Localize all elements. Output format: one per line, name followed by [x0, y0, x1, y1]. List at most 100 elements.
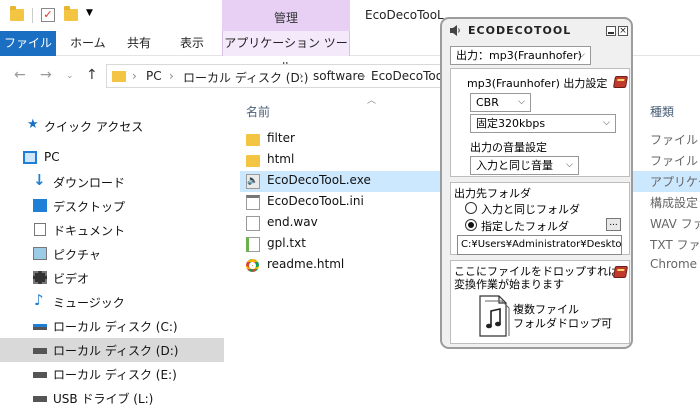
ecodecotool-title: ECODECOTOOL	[468, 24, 572, 37]
breadcrumb-separator: ›	[169, 69, 174, 83]
help-book-icon[interactable]	[612, 76, 629, 88]
file-name: end.wav	[267, 215, 318, 229]
nav-item-documents[interactable]: ドキュメント	[0, 218, 224, 242]
file-type: アプリケーシ	[650, 175, 700, 189]
tab-view[interactable]: 表示	[180, 31, 204, 56]
nav-item-music[interactable]: ♪ ミュージック	[0, 290, 224, 314]
column-header-type[interactable]: 種類	[650, 103, 674, 120]
nav-item-label: ドキュメント	[53, 224, 126, 238]
breadcrumb-separator: ›	[299, 69, 304, 83]
column-header-name[interactable]: 名前	[246, 103, 270, 120]
context-tab-label: 管理	[273, 11, 298, 25]
tab-application-tools[interactable]: アプリケーション ツール	[222, 31, 350, 74]
window-title: EcoDecoTooL	[365, 8, 444, 22]
file-type: ファイル フォ	[650, 154, 700, 168]
context-tab-group: 管理	[222, 0, 350, 31]
radio-specified-folder[interactable]	[465, 219, 477, 231]
chevron-down-icon: ⌵	[578, 50, 585, 60]
folder-icon[interactable]	[10, 6, 24, 21]
output-format-value: 出力：mp3(Fraunhofer)	[456, 49, 582, 62]
drop-area[interactable]: ここにファイルをドロップすれば 変換作業が始まります 複数ファイル フォルダドロ…	[450, 260, 630, 344]
nav-item-pc[interactable]: PC	[0, 146, 224, 170]
nav-item-usb-drive[interactable]: USB ドライブ (L:)	[0, 386, 224, 407]
navigation-pane: ★ クイック アクセス PC ↓ ダウンロード デスクトップ ドキュメント ピク…	[0, 100, 225, 407]
file-type: 構成設定	[650, 196, 699, 210]
minimize-button[interactable]	[606, 26, 616, 36]
nav-item-label: ピクチャ	[53, 248, 101, 262]
video-icon	[33, 271, 47, 284]
bitrate-mode-select[interactable]: CBR ⌵	[470, 93, 531, 112]
nav-item-label: クイック アクセス	[44, 120, 144, 134]
ini-icon	[246, 195, 260, 210]
output-path-field[interactable]: C:¥Users¥Administrator¥Desktop	[457, 235, 622, 255]
wav-icon	[246, 216, 260, 231]
folder-icon	[246, 134, 260, 146]
breadcrumb-drive-d[interactable]: ローカル ディスク (D:)	[183, 69, 308, 86]
nav-item-pictures[interactable]: ピクチャ	[0, 242, 224, 266]
browse-button[interactable]: ...	[606, 218, 621, 231]
mp3-settings-panel: mp3(Fraunhofer) 出力設定 CBR ⌵ 固定320kbps ⌵ 出…	[450, 68, 630, 177]
star-icon: ★	[27, 117, 39, 132]
tab-file[interactable]: ファイル	[0, 31, 56, 56]
file-type: ファイル フォ	[650, 133, 700, 147]
nav-item-videos[interactable]: ビデオ	[0, 266, 224, 290]
nav-item-drive-d[interactable]: ローカル ディスク (D:)	[0, 338, 224, 362]
nav-item-downloads[interactable]: ↓ ダウンロード	[0, 170, 224, 194]
file-name: readme.html	[267, 257, 345, 271]
bitrate-mode-value: CBR	[476, 96, 499, 109]
nav-item-label: ローカル ディスク (D:)	[53, 344, 179, 358]
exe-icon: 🔈	[246, 174, 260, 189]
drop-hint-line2: 変換作業が始まります	[454, 278, 564, 291]
file-name: html	[267, 152, 295, 166]
computer-icon	[23, 151, 37, 164]
output-format-select[interactable]: 出力：mp3(Fraunhofer) ⌵	[450, 46, 591, 65]
new-folder-icon[interactable]	[64, 6, 78, 21]
tab-share[interactable]: 共有	[127, 31, 151, 56]
close-button[interactable]: ×	[618, 26, 628, 36]
desktop-icon	[33, 199, 47, 212]
folder-icon	[246, 155, 260, 167]
tab-home[interactable]: ホーム	[70, 31, 106, 56]
radio-specified-folder-label: 指定したフォルダ	[481, 220, 569, 233]
ecodecotool-title-bar[interactable]: ECODECOTOOL ×	[444, 21, 629, 39]
up-icon[interactable]: ↑	[86, 67, 98, 83]
nav-item-desktop[interactable]: デスクトップ	[0, 194, 224, 218]
forward-icon[interactable]: →	[40, 67, 52, 83]
recent-dropdown-icon[interactable]: ⌄	[66, 71, 74, 81]
nav-item-label: ローカル ディスク (E:)	[53, 368, 177, 382]
nav-item-label: USB ドライブ (L:)	[53, 392, 154, 406]
output-folder-panel: 出力先フォルダ 入力と同じフォルダ 指定したフォルダ ... C:¥Users¥…	[450, 182, 630, 255]
radio-same-folder[interactable]	[465, 202, 477, 214]
nav-item-drive-c[interactable]: ローカル ディスク (C:)	[0, 314, 224, 338]
help-book-icon[interactable]	[612, 266, 629, 278]
nav-item-quick-access[interactable]: ★ クイック アクセス	[0, 114, 224, 138]
folder-icon	[112, 71, 126, 82]
drive-icon	[33, 372, 47, 378]
breadcrumb-separator: ›	[361, 69, 366, 83]
properties-check-icon[interactable]: ✓	[41, 8, 55, 22]
music-icon: ♪	[34, 291, 44, 309]
volume-select[interactable]: 入力と同じ音量 ⌵	[470, 156, 579, 175]
ecodecotool-window: ECODECOTOOL × 出力：mp3(Fraunhofer) ⌵ mp3(F…	[440, 17, 633, 349]
quick-access-dropdown-icon[interactable]: ▼	[86, 8, 93, 18]
bitrate-value: 固定320kbps	[476, 117, 546, 130]
file-name: EcoDecoTooL.exe	[267, 173, 371, 187]
bitrate-select[interactable]: 固定320kbps ⌵	[470, 114, 616, 133]
output-folder-label: 出力先フォルダ	[454, 187, 531, 200]
breadcrumb-pc[interactable]: PC	[146, 69, 162, 83]
speaker-icon	[450, 25, 460, 36]
breadcrumb-separator: ›	[132, 69, 137, 83]
nav-item-label: ビデオ	[53, 272, 90, 286]
breadcrumb-ecodecotool[interactable]: EcoDecoTooL	[371, 69, 450, 83]
file-name: gpl.txt	[267, 236, 306, 250]
breadcrumb-software[interactable]: software	[313, 69, 365, 83]
nav-item-label: デスクトップ	[53, 200, 126, 214]
picture-icon	[33, 247, 47, 260]
address-bar[interactable]: › PC › ローカル ディスク (D:) › software › EcoDe…	[106, 64, 456, 88]
chevron-down-icon: ⌵	[603, 118, 610, 128]
file-type: TXT ファイル	[650, 238, 700, 252]
back-icon[interactable]: ←	[14, 67, 26, 83]
nav-item-label: ミュージック	[53, 296, 125, 310]
nav-item-label: PC	[44, 150, 60, 164]
nav-item-drive-e[interactable]: ローカル ディスク (E:)	[0, 362, 224, 386]
